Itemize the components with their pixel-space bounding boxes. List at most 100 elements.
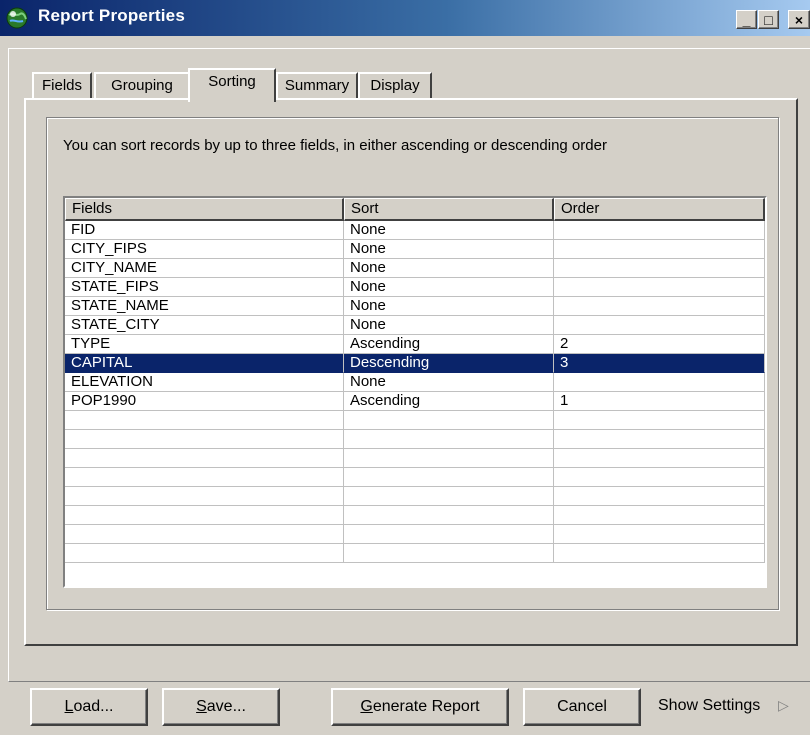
cell-field[interactable]: TYPE bbox=[65, 335, 344, 354]
table-row[interactable]: CITY_NAME None bbox=[65, 259, 765, 278]
close-icon: × bbox=[794, 12, 804, 28]
table-row[interactable]: FID None bbox=[65, 221, 765, 240]
table-row[interactable] bbox=[65, 468, 765, 487]
cell-order[interactable]: 3 bbox=[554, 354, 765, 373]
cell-field[interactable]: ELEVATION bbox=[65, 373, 344, 392]
generate-report-button[interactable]: Generate Report bbox=[331, 688, 509, 726]
cell-order[interactable]: 2 bbox=[554, 335, 765, 354]
table-row[interactable]: CITY_FIPS None bbox=[65, 240, 765, 259]
save-button[interactable]: Save... bbox=[162, 688, 280, 726]
table-row[interactable] bbox=[65, 449, 765, 468]
table-row[interactable] bbox=[65, 411, 765, 430]
sorting-description: You can sort records by up to three fiel… bbox=[63, 137, 607, 154]
cell-field[interactable]: STATE_NAME bbox=[65, 297, 344, 316]
cell-order[interactable] bbox=[554, 373, 765, 392]
cell-sort[interactable]: Descending bbox=[344, 354, 554, 373]
column-header-fields[interactable]: Fields bbox=[65, 198, 344, 221]
cell-order[interactable] bbox=[554, 278, 765, 297]
table-row[interactable] bbox=[65, 430, 765, 449]
cell-order[interactable] bbox=[554, 316, 765, 335]
generate-label-mnemonic: G bbox=[360, 698, 373, 715]
tab-summary[interactable]: Summary bbox=[276, 72, 358, 98]
cell-field[interactable]: POP1990 bbox=[65, 392, 344, 411]
tab-sorting-label: Sorting bbox=[208, 73, 256, 90]
cell-sort[interactable]: None bbox=[344, 373, 554, 392]
window-title: Report Properties bbox=[38, 6, 185, 25]
minimize-button[interactable]: _ bbox=[736, 10, 757, 29]
cell-sort[interactable]: None bbox=[344, 278, 554, 297]
table-row[interactable] bbox=[65, 525, 765, 544]
tab-sorting[interactable]: Sorting bbox=[188, 68, 276, 102]
cell-field[interactable]: CITY_NAME bbox=[65, 259, 344, 278]
tab-fields[interactable]: Fields bbox=[32, 72, 92, 98]
cell-field[interactable]: FID bbox=[65, 221, 344, 240]
cell-sort bbox=[344, 468, 554, 487]
cell-sort[interactable]: Ascending bbox=[344, 335, 554, 354]
table-row[interactable] bbox=[65, 506, 765, 525]
cell-order bbox=[554, 487, 765, 506]
column-header-order[interactable]: Order bbox=[554, 198, 765, 221]
cancel-label: Cancel bbox=[557, 698, 607, 715]
cell-sort[interactable]: None bbox=[344, 297, 554, 316]
maximize-icon: □ bbox=[764, 12, 773, 28]
cell-sort[interactable]: None bbox=[344, 316, 554, 335]
cell-order bbox=[554, 544, 765, 563]
show-settings-link[interactable]: Show Settings bbox=[658, 697, 760, 715]
save-label: ave... bbox=[206, 698, 246, 715]
load-label: oad... bbox=[73, 698, 114, 715]
cell-field bbox=[65, 468, 344, 487]
cell-order bbox=[554, 468, 765, 487]
cell-field[interactable]: CAPITAL bbox=[65, 354, 344, 373]
table-row[interactable]: STATE_CITY None bbox=[65, 316, 765, 335]
close-button[interactable]: × bbox=[788, 10, 810, 29]
save-label-mnemonic: S bbox=[196, 698, 207, 715]
cell-order[interactable]: 1 bbox=[554, 392, 765, 411]
cell-sort[interactable]: None bbox=[344, 221, 554, 240]
cell-order[interactable] bbox=[554, 240, 765, 259]
title-bar[interactable]: Report Properties _ □ × bbox=[0, 0, 810, 36]
cell-field[interactable]: STATE_FIPS bbox=[65, 278, 344, 297]
cell-order[interactable] bbox=[554, 221, 765, 240]
tab-summary-label: Summary bbox=[284, 77, 350, 94]
column-header-sort[interactable]: Sort bbox=[344, 198, 554, 221]
cell-order bbox=[554, 449, 765, 468]
tab-display-label: Display bbox=[370, 77, 420, 94]
cell-sort[interactable]: Ascending bbox=[344, 392, 554, 411]
table-row[interactable] bbox=[65, 487, 765, 506]
cell-field bbox=[65, 544, 344, 563]
cell-order bbox=[554, 430, 765, 449]
cell-field bbox=[65, 525, 344, 544]
table-row[interactable]: ELEVATION None bbox=[65, 373, 765, 392]
sort-fields-listview[interactable]: Fields Sort Order FID None CITY_FIPS None CI… bbox=[63, 196, 767, 588]
table-row[interactable]: POP1990 Ascending 1 bbox=[65, 392, 765, 411]
cell-field[interactable]: STATE_CITY bbox=[65, 316, 344, 335]
tab-display[interactable]: Display bbox=[358, 72, 432, 98]
generate-label: enerate Report bbox=[372, 698, 480, 715]
cell-order bbox=[554, 411, 765, 430]
cell-sort[interactable]: None bbox=[344, 240, 554, 259]
table-row[interactable]: TYPE Ascending 2 bbox=[65, 335, 765, 354]
cell-sort bbox=[344, 506, 554, 525]
table-row[interactable]: STATE_FIPS None bbox=[65, 278, 765, 297]
minimize-icon: _ bbox=[742, 12, 751, 28]
cell-sort bbox=[344, 430, 554, 449]
cell-field[interactable]: CITY_FIPS bbox=[65, 240, 344, 259]
tab-grouping[interactable]: Grouping bbox=[94, 72, 190, 98]
cell-sort[interactable]: None bbox=[344, 259, 554, 278]
triangle-right-icon[interactable]: ▷ bbox=[778, 698, 789, 714]
table-row[interactable]: STATE_NAME None bbox=[65, 297, 765, 316]
cell-field bbox=[65, 430, 344, 449]
cell-order bbox=[554, 506, 765, 525]
cell-order[interactable] bbox=[554, 297, 765, 316]
cell-field bbox=[65, 487, 344, 506]
load-button[interactable]: Load... bbox=[30, 688, 148, 726]
tab-grouping-label: Grouping bbox=[111, 77, 173, 94]
cell-sort bbox=[344, 525, 554, 544]
cell-order bbox=[554, 525, 765, 544]
table-row[interactable]: CAPITAL Descending 3 bbox=[65, 354, 765, 373]
cell-sort bbox=[344, 449, 554, 468]
cancel-button[interactable]: Cancel bbox=[523, 688, 641, 726]
table-row[interactable] bbox=[65, 544, 765, 563]
maximize-button[interactable]: □ bbox=[758, 10, 779, 29]
cell-order[interactable] bbox=[554, 259, 765, 278]
